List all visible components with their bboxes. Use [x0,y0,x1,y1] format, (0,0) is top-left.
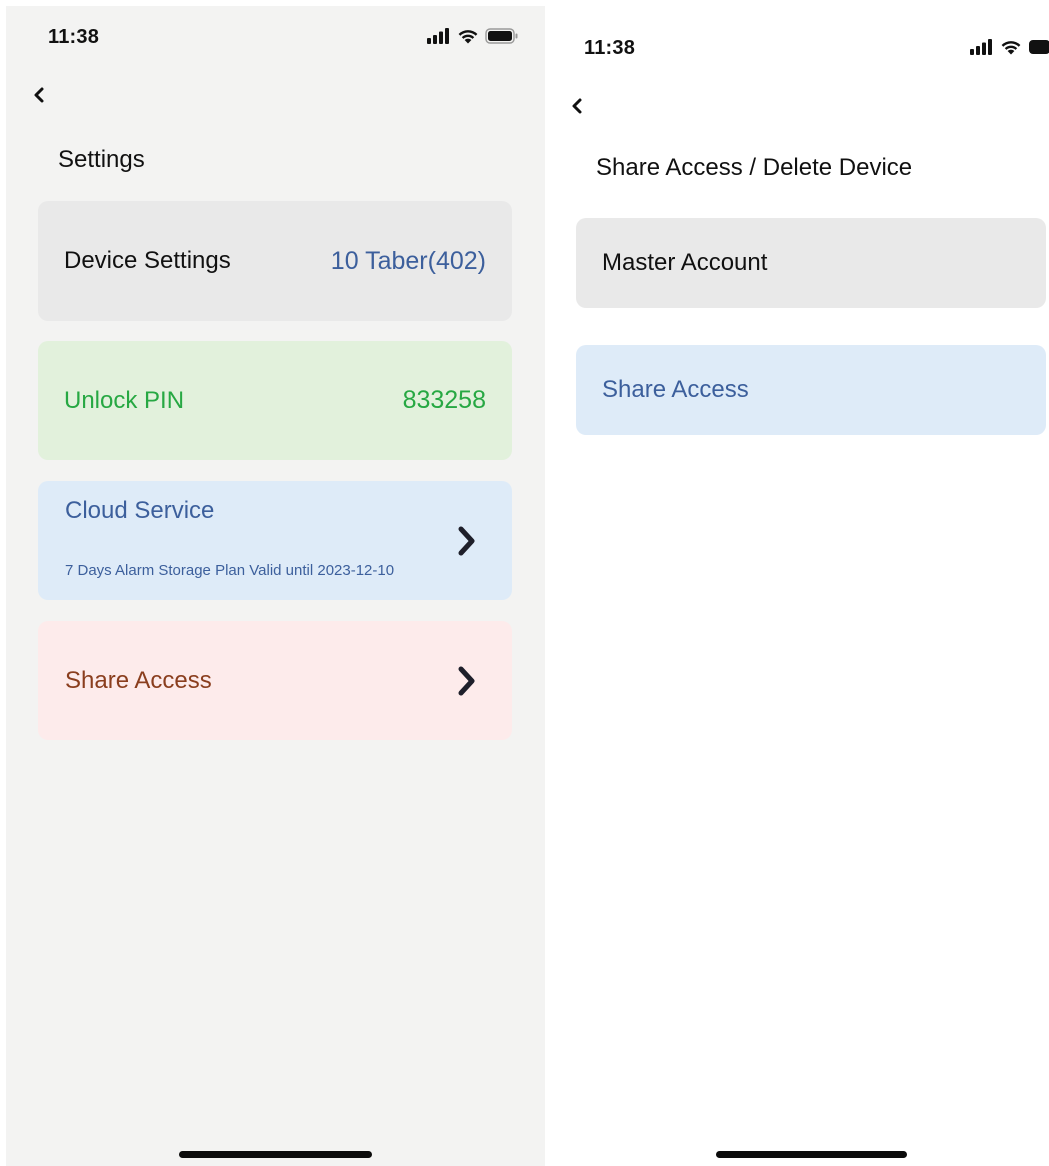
master-account-card[interactable]: Master Account [576,218,1046,308]
chevron-left-icon [572,98,582,114]
unlock-pin-card[interactable]: Unlock PIN 833258 [38,341,512,460]
settings-screen: 11:38 Settings Device Settings 10 Taber(… [6,6,545,1166]
back-button[interactable] [24,80,54,110]
unlock-pin-label: Unlock PIN [64,386,185,414]
page-title: Settings [58,146,145,173]
chevron-right-icon [458,666,475,696]
cellular-signal-icon [970,39,992,55]
wifi-icon [458,30,478,44]
share-access-label: Share Access [65,666,212,694]
status-time: 11:38 [48,26,100,48]
chevron-left-icon [34,87,44,103]
battery-icon [485,28,518,44]
share-access-button[interactable]: Share Access [576,345,1046,435]
page-title: Share Access / Delete Device [596,154,913,181]
master-account-label: Master Account [602,249,768,276]
cloud-service-card[interactable]: Cloud Service 7 Days Alarm Storage Plan … [38,481,512,600]
cellular-signal-icon [427,28,449,44]
unlock-pin-value: 833258 [402,386,486,414]
home-indicator[interactable] [716,1151,907,1158]
share-access-card[interactable]: Share Access [38,621,512,740]
cloud-service-label: Cloud Service [65,497,215,524]
status-bar: 11:38 [552,6,1049,59]
home-indicator[interactable] [179,1151,372,1158]
back-button[interactable] [562,91,592,121]
status-time: 11:38 [584,37,636,59]
device-settings-card[interactable]: Device Settings 10 Taber(402) [38,201,512,321]
cloud-plan-subtitle: 7 Days Alarm Storage Plan Valid until 20… [65,562,395,579]
status-bar: 11:38 [6,6,545,48]
share-access-screen: 11:38 Share Access / Delete Device Maste… [552,6,1049,1166]
share-access-label: Share Access [602,376,749,403]
device-settings-label: Device Settings [64,247,231,274]
device-name-value: 10 Taber(402) [330,246,486,275]
chevron-right-icon [458,526,475,556]
battery-icon [1029,40,1049,54]
wifi-icon [1001,41,1021,55]
